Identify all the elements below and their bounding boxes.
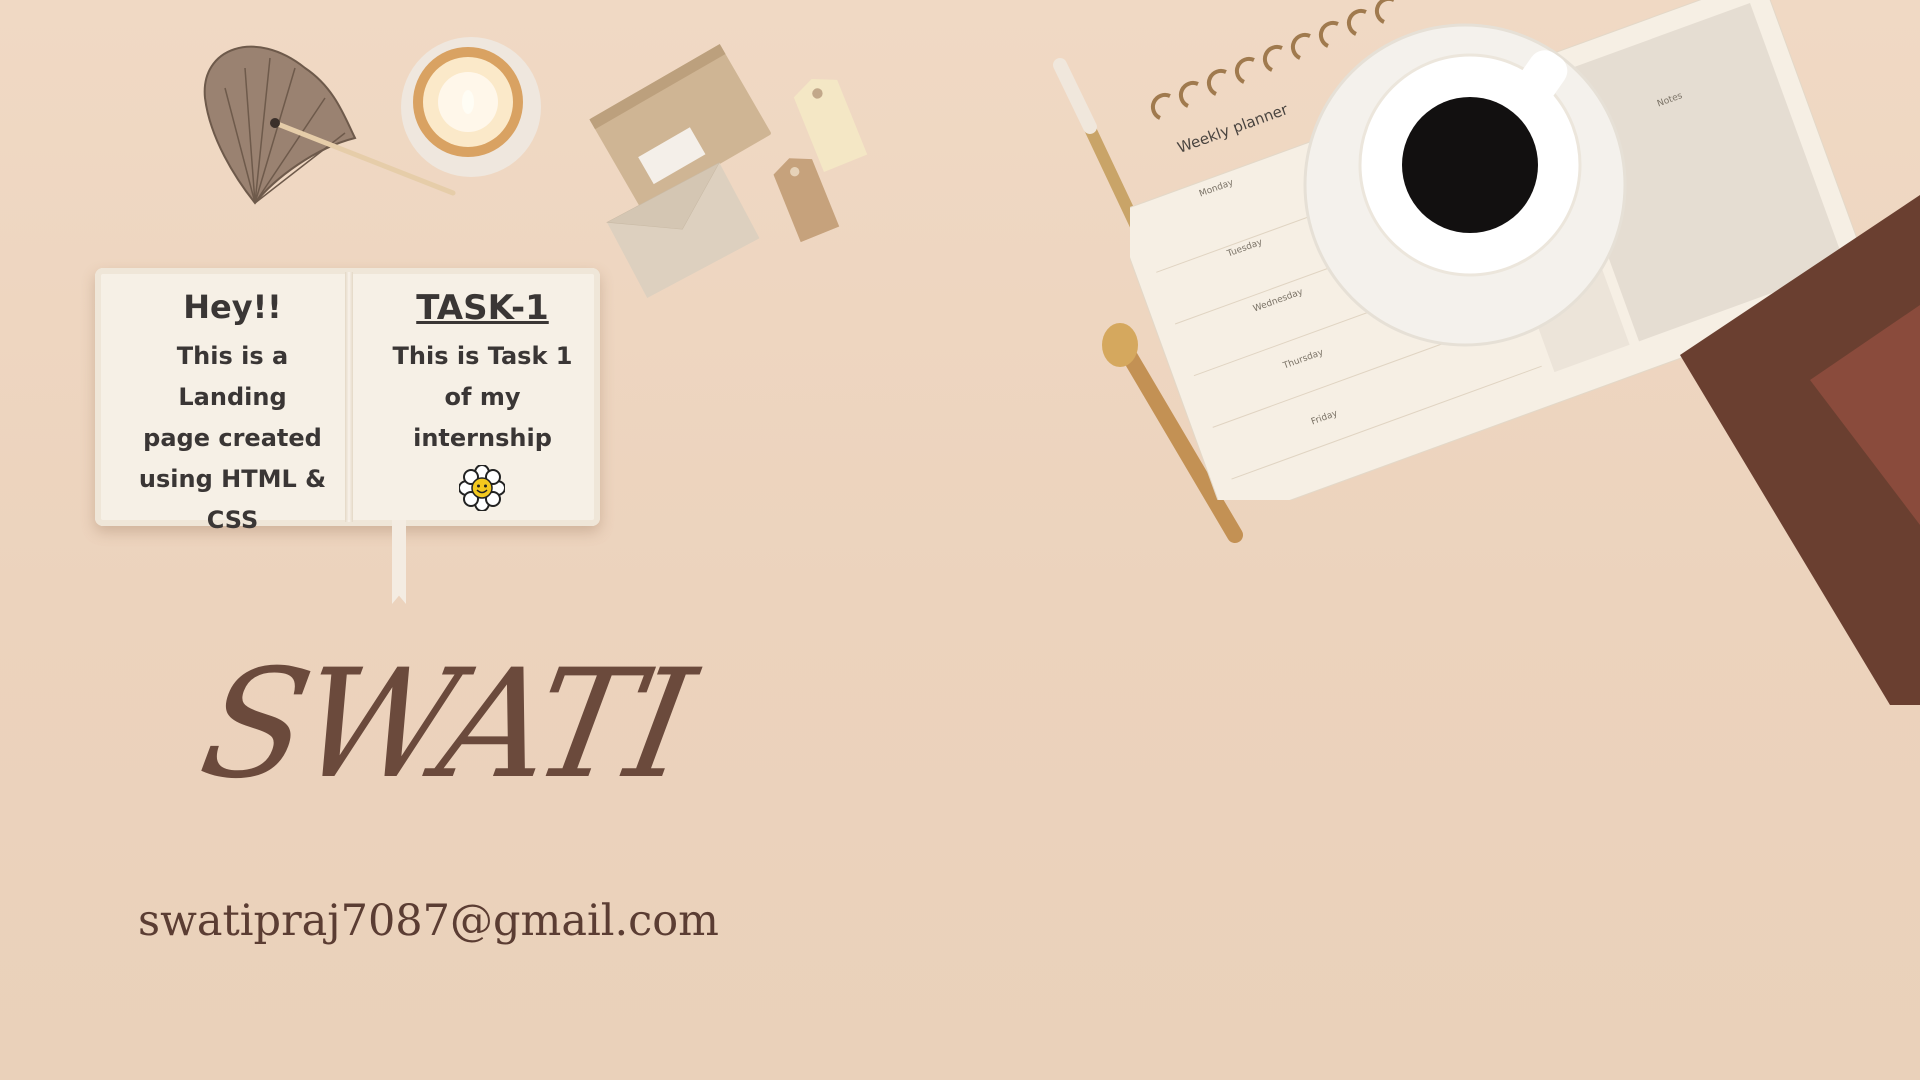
greeting-heading: Hey!! [183, 288, 282, 326]
left-line-2: page created [143, 424, 322, 452]
notebook-left-page: Hey!! This is a Landing page created usi… [120, 288, 345, 541]
contact-email[interactable]: swatipraj7087@gmail.com [138, 896, 719, 946]
right-line-1: This is Task 1 [392, 342, 573, 370]
right-line-3: internship [413, 424, 552, 452]
candle-icon [401, 37, 541, 177]
books-decoration [1680, 195, 1920, 705]
stationery-decoration [589, 44, 868, 298]
bookmark-ribbon [392, 520, 406, 604]
right-line-2: of my [444, 383, 521, 411]
notebook-right-page: TASK-1 This is Task 1 of my internship [375, 288, 590, 459]
notebook-spine [345, 272, 353, 522]
smiley-flower-icon [459, 465, 505, 511]
task-heading: TASK-1 [416, 288, 549, 328]
left-line-4: CSS [206, 506, 259, 534]
left-line-3: using HTML & [138, 465, 327, 493]
left-line-1: This is a Landing [176, 342, 289, 411]
signature-name: SWATI [189, 638, 700, 812]
